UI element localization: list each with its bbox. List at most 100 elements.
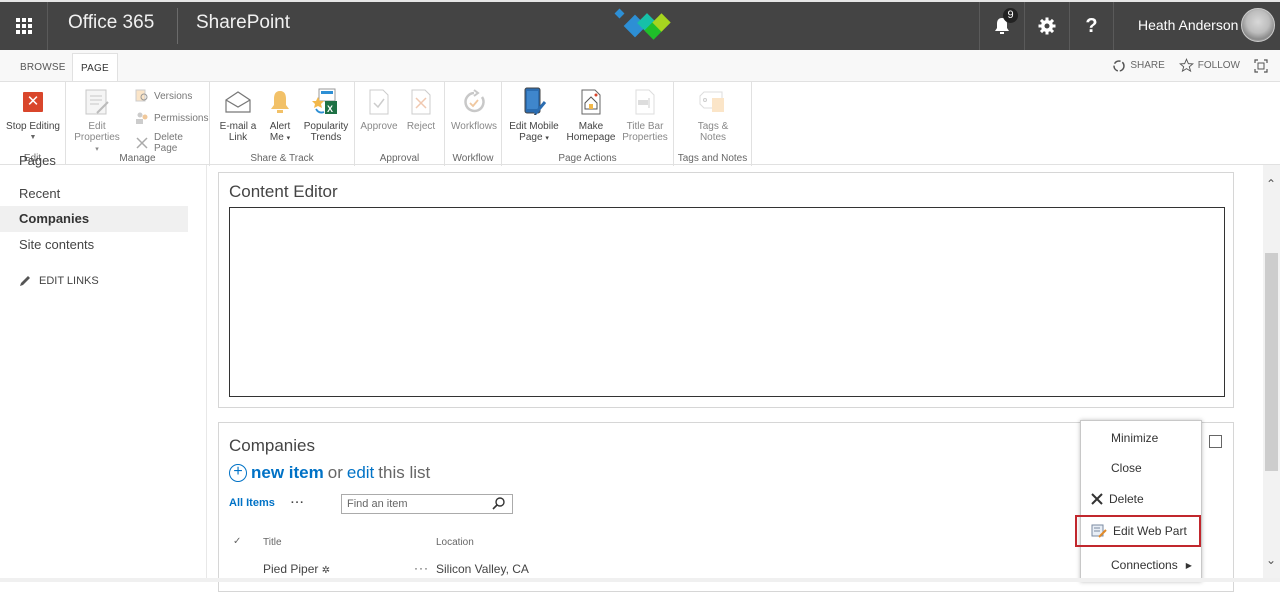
user-name: Heath Anderson [1138, 17, 1239, 33]
ribbon-group-edit: ✕ Stop Editing ▼ Edit [0, 82, 66, 166]
popularity-trends-button[interactable]: X Popularity Trends [300, 86, 352, 143]
divider [206, 165, 207, 582]
content-editor-area[interactable] [229, 207, 1225, 397]
mobile-icon [524, 87, 547, 115]
menu-item-close[interactable]: Close [1081, 453, 1201, 483]
company-logo-icon [614, 8, 671, 40]
follow-label: FOLLOW [1197, 60, 1240, 71]
user-menu[interactable]: Heath Anderson [1113, 2, 1280, 50]
focus-content-button[interactable] [1254, 58, 1268, 73]
permissions-icon [136, 112, 148, 124]
search-placeholder: Find an item [347, 498, 408, 510]
sharepoint-app-title[interactable]: SharePoint [196, 12, 290, 34]
permissions-label: Permissions [154, 112, 209, 124]
scrollbar-thumb[interactable] [1265, 253, 1278, 471]
avatar[interactable] [1241, 8, 1275, 42]
approve-label: Approve [360, 121, 398, 132]
menu-item-edit-web-part[interactable]: Edit Web Part [1075, 515, 1201, 547]
edit-mobile-page-button[interactable]: Edit Mobile Page ▾ [506, 86, 562, 144]
new-item-bar: + new item or edit this list [229, 463, 430, 483]
edit-links-button[interactable]: EDIT LINKS [19, 275, 99, 287]
versions-icon [135, 89, 148, 102]
make-homepage-button[interactable]: Make Homepage [566, 86, 616, 143]
workflow-icon [464, 89, 485, 113]
stop-editing-label: Stop Editing [6, 121, 60, 132]
title-bar-properties-button[interactable]: Title Bar Properties [618, 86, 672, 143]
ribbon-group-tags-notes: Tags & Notes Tags and Notes [674, 82, 752, 166]
scroll-up-icon[interactable]: ⌃ [1266, 177, 1276, 191]
approve-button[interactable]: Approve [357, 86, 401, 132]
alert-me-button[interactable]: Alert Me ▾ [262, 86, 298, 144]
edit-list-link[interactable]: edit [347, 463, 374, 483]
workflows-button[interactable]: Workflows [448, 86, 500, 132]
reject-icon [411, 89, 431, 115]
email-link-button[interactable]: E-mail a Link [216, 86, 260, 143]
alert-me-label: Alert Me ▾ [269, 121, 291, 143]
notifications-button[interactable]: 9 [979, 2, 1023, 50]
follow-button[interactable]: FOLLOW [1178, 58, 1240, 73]
approve-icon [369, 89, 389, 115]
view-selector-row: All Items ··· Find an item [229, 494, 513, 514]
share-icon [1113, 59, 1126, 72]
edit-properties-button[interactable]: Edit Properties ▾ [72, 86, 122, 155]
group-label-approval: Approval [379, 153, 420, 164]
focus-mode-icon [1254, 58, 1268, 73]
column-header-title[interactable]: Title [263, 537, 282, 548]
ribbon-tab-bar: BROWSE PAGE [0, 50, 1280, 82]
select-all-checkmark-icon[interactable]: ✓ [233, 536, 241, 547]
office-365-brand[interactable]: Office 365 [68, 12, 154, 34]
help-button[interactable]: ? [1069, 2, 1113, 50]
scroll-down-icon[interactable]: ⌄ [1266, 553, 1276, 567]
webpart-select-checkbox[interactable] [1209, 435, 1222, 448]
tab-page[interactable]: PAGE [72, 53, 118, 82]
tags-notes-button[interactable]: Tags & Notes [684, 86, 742, 143]
menu-item-minimize[interactable]: Minimize [1081, 423, 1201, 453]
reject-button[interactable]: Reject [401, 86, 441, 132]
versions-button[interactable]: Versions [134, 88, 192, 104]
new-item-link[interactable]: new item [251, 463, 324, 483]
delete-page-label: Delete Page [153, 132, 183, 154]
waffle-icon [15, 18, 32, 34]
settings-button[interactable] [1024, 2, 1068, 50]
add-circle-icon[interactable]: + [229, 464, 247, 482]
more-views-button[interactable]: ··· [291, 497, 305, 509]
group-label-tags-notes: Tags and Notes [677, 153, 748, 164]
star-icon [1178, 58, 1194, 73]
tab-browse[interactable]: BROWSE [12, 53, 74, 82]
nav-item-recent[interactable]: Recent [0, 181, 188, 207]
search-icon[interactable] [492, 496, 506, 510]
share-label: SHARE [1130, 60, 1165, 71]
view-all-items[interactable]: All Items [229, 497, 275, 509]
nav-item-pages[interactable]: Pages [0, 155, 188, 171]
edit-web-part-icon [1091, 524, 1107, 538]
bell-icon [271, 91, 289, 113]
versions-label: Versions [154, 90, 193, 102]
stop-editing-button[interactable]: ✕ Stop Editing ▼ [4, 86, 62, 143]
group-label-share-track: Share & Track [250, 153, 314, 164]
item-menu-button[interactable]: ··· [414, 561, 429, 575]
group-label-workflow: Workflow [452, 153, 494, 164]
envelope-icon [225, 91, 251, 113]
vertical-scrollbar[interactable]: ⌃ ⌄ [1263, 165, 1280, 582]
dropdown-arrow-icon: ▼ [29, 134, 37, 141]
ribbon-group-approval: Approve Reject Approval [355, 82, 445, 166]
email-link-label: E-mail a Link [219, 121, 257, 143]
app-launcher-button[interactable] [0, 2, 48, 50]
content-editor-webpart: Content Editor [218, 172, 1234, 408]
pencil-icon [20, 276, 30, 286]
search-input[interactable]: Find an item [341, 494, 513, 514]
nav-item-site-contents[interactable]: Site contents [0, 232, 188, 258]
share-button[interactable]: SHARE [1112, 59, 1165, 73]
group-label-page-actions: Page Actions [558, 153, 617, 164]
menu-item-connections[interactable]: Connections ▶ [1081, 550, 1201, 580]
make-homepage-label: Make Homepage [566, 121, 616, 143]
nav-item-companies[interactable]: Companies [0, 206, 188, 232]
row-title[interactable]: Pied Piper ✲ [263, 562, 330, 576]
column-header-location[interactable]: Location [436, 537, 474, 548]
permissions-button[interactable]: Permissions [134, 110, 208, 126]
home-page-icon [581, 89, 601, 115]
menu-item-delete[interactable]: Delete [1081, 484, 1201, 514]
submenu-arrow-icon: ▶ [1185, 560, 1192, 570]
delete-page-button[interactable]: Delete Page [134, 132, 209, 154]
question-mark-icon: ? [1085, 14, 1098, 37]
